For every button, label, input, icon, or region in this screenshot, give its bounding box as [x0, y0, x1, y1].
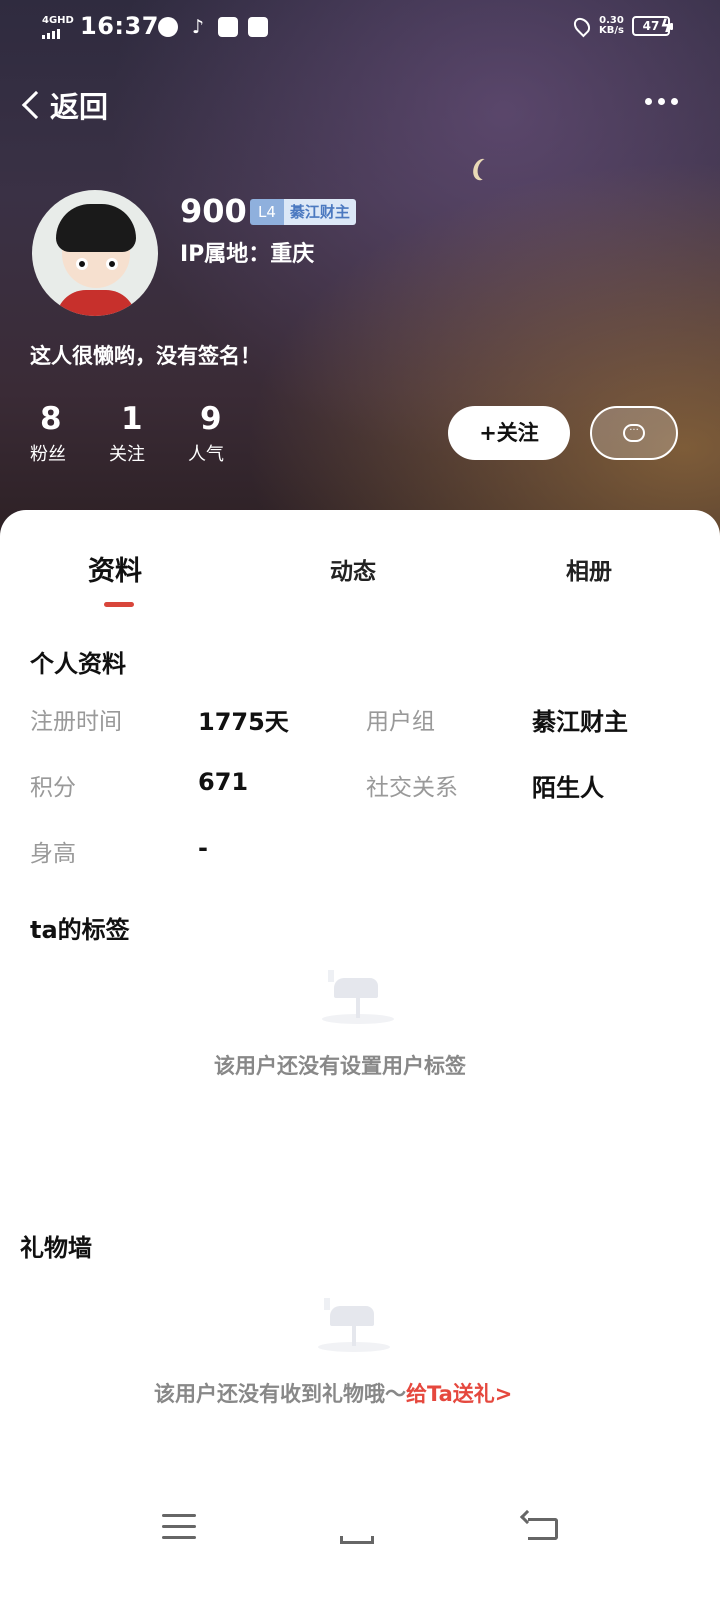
- back-label: 返回: [50, 90, 109, 124]
- message-button[interactable]: ···: [590, 406, 678, 460]
- back-button[interactable]: 返回: [18, 84, 108, 126]
- profile-stats: 8 粉丝 1 关注 9 人气: [30, 400, 267, 466]
- speed-unit: KB/s: [599, 25, 624, 36]
- system-nav-bar: [0, 1500, 720, 1600]
- status-right: 0.30 KB/s 47: [570, 14, 673, 38]
- more-dots-icon: [645, 98, 652, 105]
- gift-empty-line: 该用户还没有收到礼物哦～给Ta送礼>: [154, 1378, 512, 1408]
- stat-following-num: 1: [121, 401, 143, 437]
- tags-title: ta的标签: [30, 916, 130, 944]
- tab-indicator: [104, 602, 134, 607]
- stat-following-label: 关注: [109, 444, 145, 465]
- stat-popularity-num: 9: [200, 401, 222, 437]
- status-time: 16:37: [80, 12, 159, 40]
- social-value: 陌生人: [532, 774, 604, 802]
- menu-icon[interactable]: [162, 1514, 196, 1547]
- user-group-label: 用户组: [366, 709, 435, 735]
- stat-fans-label: 粉丝: [30, 444, 66, 465]
- points-label: 积分: [30, 775, 76, 801]
- empty-gift-icon: [314, 1296, 394, 1356]
- network-type: 4GHD: [42, 15, 74, 26]
- gift-wall-title: 礼物墙: [20, 1234, 92, 1262]
- level-text: L4: [250, 199, 284, 225]
- send-gift-link[interactable]: 给Ta送礼>: [406, 1382, 512, 1406]
- height-label: 身高: [30, 841, 76, 867]
- status-bar: 4GHD 16:37 ♪ 0.30 KB/s 47 ϟ: [0, 0, 720, 56]
- home-icon[interactable]: [334, 1510, 380, 1544]
- moon-icon: [475, 156, 498, 182]
- level-title: 綦江财主: [283, 199, 356, 225]
- chat-bubble-icon: ···: [623, 424, 645, 442]
- notification-icons: ♪: [158, 17, 268, 37]
- tab-posts[interactable]: 动态: [330, 552, 376, 586]
- empty-mailbox-icon: [318, 968, 398, 1028]
- gift-empty-text: 该用户还没有收到礼物哦～: [154, 1382, 406, 1406]
- stat-fans-num: 8: [40, 401, 62, 437]
- stat-popularity[interactable]: 9 人气: [188, 400, 267, 466]
- network-indicator: 4GHD: [42, 16, 74, 39]
- reg-time-label: 注册时间: [30, 709, 122, 735]
- compass-icon: [158, 17, 178, 37]
- network-speed: 0.30 KB/s: [599, 16, 624, 36]
- signal-icon: [42, 29, 74, 39]
- chevron-left-icon: [21, 90, 51, 120]
- tags-empty-text: 该用户还没有设置用户标签: [214, 1054, 466, 1078]
- height-value: -: [198, 834, 208, 862]
- tab-info[interactable]: 资料: [88, 549, 142, 588]
- stat-following[interactable]: 1 关注: [109, 400, 188, 466]
- location-icon: [570, 14, 594, 38]
- username: 900: [180, 192, 247, 230]
- back-icon[interactable]: [519, 1509, 558, 1540]
- follow-button[interactable]: +关注: [448, 406, 570, 460]
- level-badge: L4 綦江财主: [250, 199, 356, 225]
- points-value: 671: [198, 768, 249, 796]
- avatar[interactable]: [32, 190, 158, 316]
- tiktok-icon: ♪: [191, 16, 205, 38]
- user-group-value: 綦江财主: [532, 708, 628, 736]
- reg-time-value: 1775天: [198, 708, 289, 736]
- mail-icon-2: [248, 17, 268, 37]
- more-button[interactable]: [645, 98, 678, 105]
- profile-content-sheet: 资料 动态 相册 个人资料 注册时间 1775天 用户组 綦江财主 积分 671…: [0, 510, 720, 1600]
- charging-icon: ϟ: [660, 16, 672, 37]
- ip-location: IP属地：重庆: [180, 242, 315, 267]
- social-label: 社交关系: [366, 775, 458, 801]
- mail-icon: [218, 17, 238, 37]
- stat-fans[interactable]: 8 粉丝: [30, 400, 109, 466]
- tab-album[interactable]: 相册: [566, 552, 612, 586]
- bio-text: 这人很懒哟，没有签名！: [30, 344, 261, 368]
- stat-popularity-label: 人气: [188, 444, 224, 465]
- personal-info-title: 个人资料: [30, 650, 126, 678]
